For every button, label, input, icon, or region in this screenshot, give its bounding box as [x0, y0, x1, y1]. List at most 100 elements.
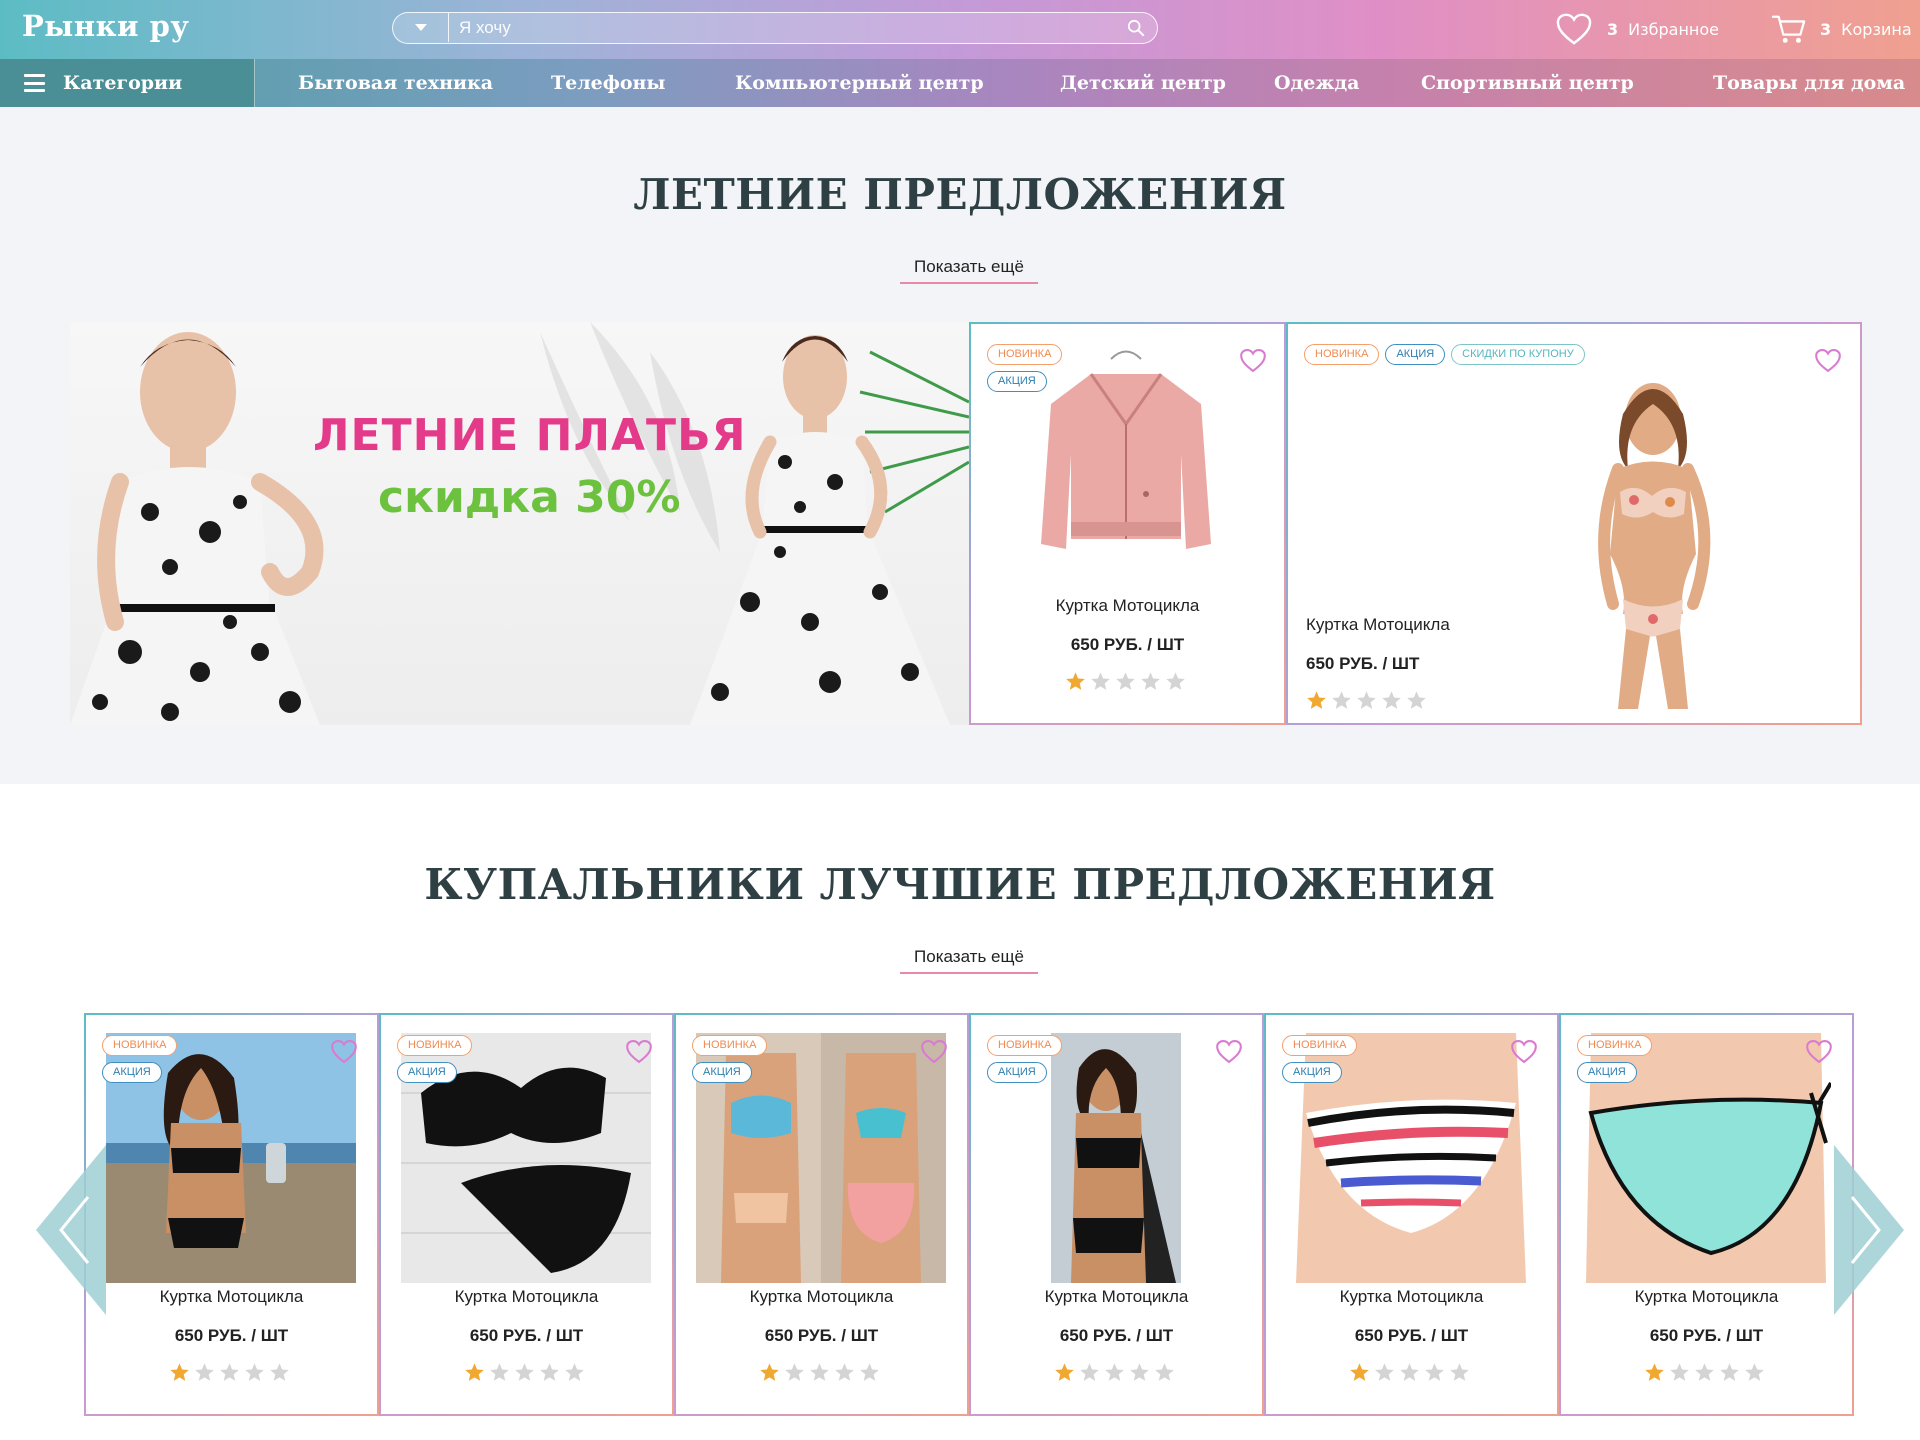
- star-icon: [1670, 1363, 1689, 1381]
- categories-button[interactable]: Категории: [0, 59, 255, 107]
- star-icon: [565, 1363, 584, 1381]
- favorite-heart-icon[interactable]: [1215, 1039, 1243, 1064]
- search-icon[interactable]: [1127, 19, 1145, 37]
- star-icon: [465, 1363, 484, 1381]
- summer-dresses-banner[interactable]: ЛЕТНИЕ ПЛАТЬЯ скидка 30%: [70, 322, 969, 725]
- star-icon: [1080, 1363, 1099, 1381]
- badge-sale: АКЦИЯ: [1282, 1062, 1342, 1083]
- favorites-count: 3: [1607, 19, 1619, 39]
- product-name: Куртка Мотоцикла: [1634, 1287, 1779, 1306]
- search-category-dropdown[interactable]: [393, 13, 449, 42]
- nav-item-home[interactable]: Товары для дома: [1713, 59, 1905, 107]
- banner-title: ЛЕТНИЕ ПЛАТЬЯ: [313, 410, 747, 461]
- star-icon: [1166, 672, 1185, 690]
- star-icon: [220, 1363, 239, 1381]
- product-price: 650 РУБ. / ШТ: [469, 1326, 584, 1345]
- rating-stars: [1054, 1362, 1175, 1383]
- star-icon: [1745, 1363, 1764, 1381]
- cart-icon: [1771, 15, 1806, 43]
- star-icon: [1357, 691, 1376, 709]
- badge-group: НОВИНКА АКЦИЯ СКИДКИ ПО КУПОНУ: [1304, 344, 1664, 365]
- carousel-prev-arrow[interactable]: [36, 1145, 106, 1315]
- rating-stars: [1349, 1362, 1470, 1383]
- top-bar: Рынки ру 3 Избранное 3 Корзина: [0, 0, 1920, 59]
- nav-item-kids[interactable]: Детский центр: [1060, 59, 1226, 107]
- bikini-model-image: [1598, 383, 1711, 709]
- star-icon: [1450, 1363, 1469, 1381]
- favorite-heart-icon[interactable]: [920, 1039, 948, 1064]
- nav-item-computers[interactable]: Компьютерный центр: [735, 59, 984, 107]
- star-icon: [1307, 691, 1326, 709]
- badge-sale: АКЦИЯ: [102, 1062, 162, 1083]
- star-icon: [1332, 691, 1351, 709]
- star-icon: [540, 1363, 559, 1381]
- site-logo[interactable]: Рынки ру: [22, 9, 190, 43]
- swimsuits-show-more-link[interactable]: Показать ещё: [900, 944, 1038, 974]
- star-icon: [245, 1363, 264, 1381]
- product-price: 650 РУБ. / ШТ: [1354, 1326, 1469, 1345]
- favorite-heart-icon[interactable]: [1814, 348, 1842, 373]
- badge-group: НОВИНКА АКЦИЯ: [1282, 1035, 1402, 1083]
- banner-discount: скидка 30%: [378, 472, 681, 523]
- chevron-down-icon: [414, 24, 427, 31]
- star-icon: [195, 1363, 214, 1381]
- search-input[interactable]: [455, 13, 1095, 42]
- star-icon: [1091, 672, 1110, 690]
- product-card[interactable]: НОВИНКА АКЦИЯ Куртка Мотоцикла 650 РУБ. / Ш…: [379, 1013, 674, 1416]
- product-card[interactable]: НОВИНКА АКЦИЯ Куртка Мотоцикла 650 РУБ. / Ш…: [84, 1013, 379, 1416]
- product-card[interactable]: НОВИНКА АКЦИЯ Куртка Мотоцикла 650 РУБ. / Ш…: [674, 1013, 969, 1416]
- star-icon: [1155, 1363, 1174, 1381]
- badge-sale: АКЦИЯ: [1385, 344, 1446, 365]
- product-card[interactable]: НОВИНКА АКЦИЯ Куртка Мотоцикла 650 РУБ. / Ш…: [1264, 1013, 1559, 1416]
- nav-item-sports[interactable]: Спортивный центр: [1421, 59, 1634, 107]
- product-card[interactable]: НОВИНКА АКЦИЯ Куртка Мотоцикла 650 РУБ. / Ш…: [969, 1013, 1264, 1416]
- rating-stars: [169, 1362, 290, 1383]
- star-icon: [1066, 672, 1085, 690]
- carousel-next-arrow[interactable]: [1834, 1145, 1904, 1315]
- star-icon: [170, 1363, 189, 1381]
- rating-stars: [759, 1362, 880, 1383]
- rating-stars: [464, 1362, 585, 1383]
- nav-item-appliances[interactable]: Бытовая техника: [298, 59, 493, 107]
- star-icon: [490, 1363, 509, 1381]
- favorite-heart-icon[interactable]: [1510, 1039, 1538, 1064]
- cart-link[interactable]: 3 Корзина: [1770, 10, 1912, 48]
- favorite-heart-icon[interactable]: [625, 1039, 653, 1064]
- product-card[interactable]: НОВИНКА АКЦИЯ Куртка Мотоцикла 650 РУБ. / Ш…: [1559, 1013, 1854, 1416]
- favorites-link[interactable]: 3 Избранное: [1555, 10, 1719, 48]
- product-price: 650 РУБ. / ШТ: [1306, 654, 1420, 673]
- category-nav: Категории Бытовая техника Телефоны Компь…: [0, 59, 1920, 107]
- nav-item-clothing[interactable]: Одежда: [1274, 59, 1359, 107]
- badge-sale: АКЦИЯ: [692, 1062, 752, 1083]
- favorite-heart-icon[interactable]: [1239, 348, 1267, 373]
- star-icon: [1425, 1363, 1444, 1381]
- product-name: Куртка Мотоцикла: [1306, 615, 1450, 634]
- star-icon: [1141, 672, 1160, 690]
- favorite-heart-icon[interactable]: [330, 1039, 358, 1064]
- badge-group: НОВИНКА АКЦИЯ: [692, 1035, 812, 1083]
- categories-label: Категории: [63, 72, 183, 94]
- star-icon: [1695, 1363, 1714, 1381]
- rating-stars: [1644, 1362, 1765, 1383]
- badge-sale: АКЦИЯ: [397, 1062, 457, 1083]
- favorite-heart-icon[interactable]: [1805, 1039, 1833, 1064]
- nav-item-phones[interactable]: Телефоны: [551, 59, 665, 107]
- product-price: 650 РУБ. / ШТ: [174, 1326, 289, 1345]
- favorites-label: Избранное: [1628, 19, 1719, 39]
- product-price: 650 РУБ. / ШТ: [1649, 1326, 1764, 1345]
- product-name: Куртка Мотоцикла: [1055, 596, 1200, 615]
- product-card[interactable]: НОВИНКА АКЦИЯ Куртка Мотоцикла 650 РУБ. …: [969, 322, 1286, 725]
- badge-group: НОВИНКА АКЦИЯ: [397, 1035, 517, 1083]
- badge-new: НОВИНКА: [987, 1035, 1063, 1056]
- badge-new: НОВИНКА: [1304, 344, 1380, 365]
- star-icon: [515, 1363, 534, 1381]
- summer-show-more-link[interactable]: Показать ещё: [900, 254, 1038, 284]
- cart-count: 3: [1820, 19, 1832, 39]
- badge-sale: АКЦИЯ: [987, 1062, 1047, 1083]
- star-icon: [1130, 1363, 1149, 1381]
- dress-model-illustration: [70, 322, 969, 725]
- star-icon: [810, 1363, 829, 1381]
- badge-group: НОВИНКА АКЦИЯ: [102, 1035, 222, 1083]
- product-card[interactable]: НОВИНКА АКЦИЯ СКИДКИ ПО КУПОНУ Куртка Мо…: [1286, 322, 1862, 725]
- heart-icon: [1556, 13, 1592, 45]
